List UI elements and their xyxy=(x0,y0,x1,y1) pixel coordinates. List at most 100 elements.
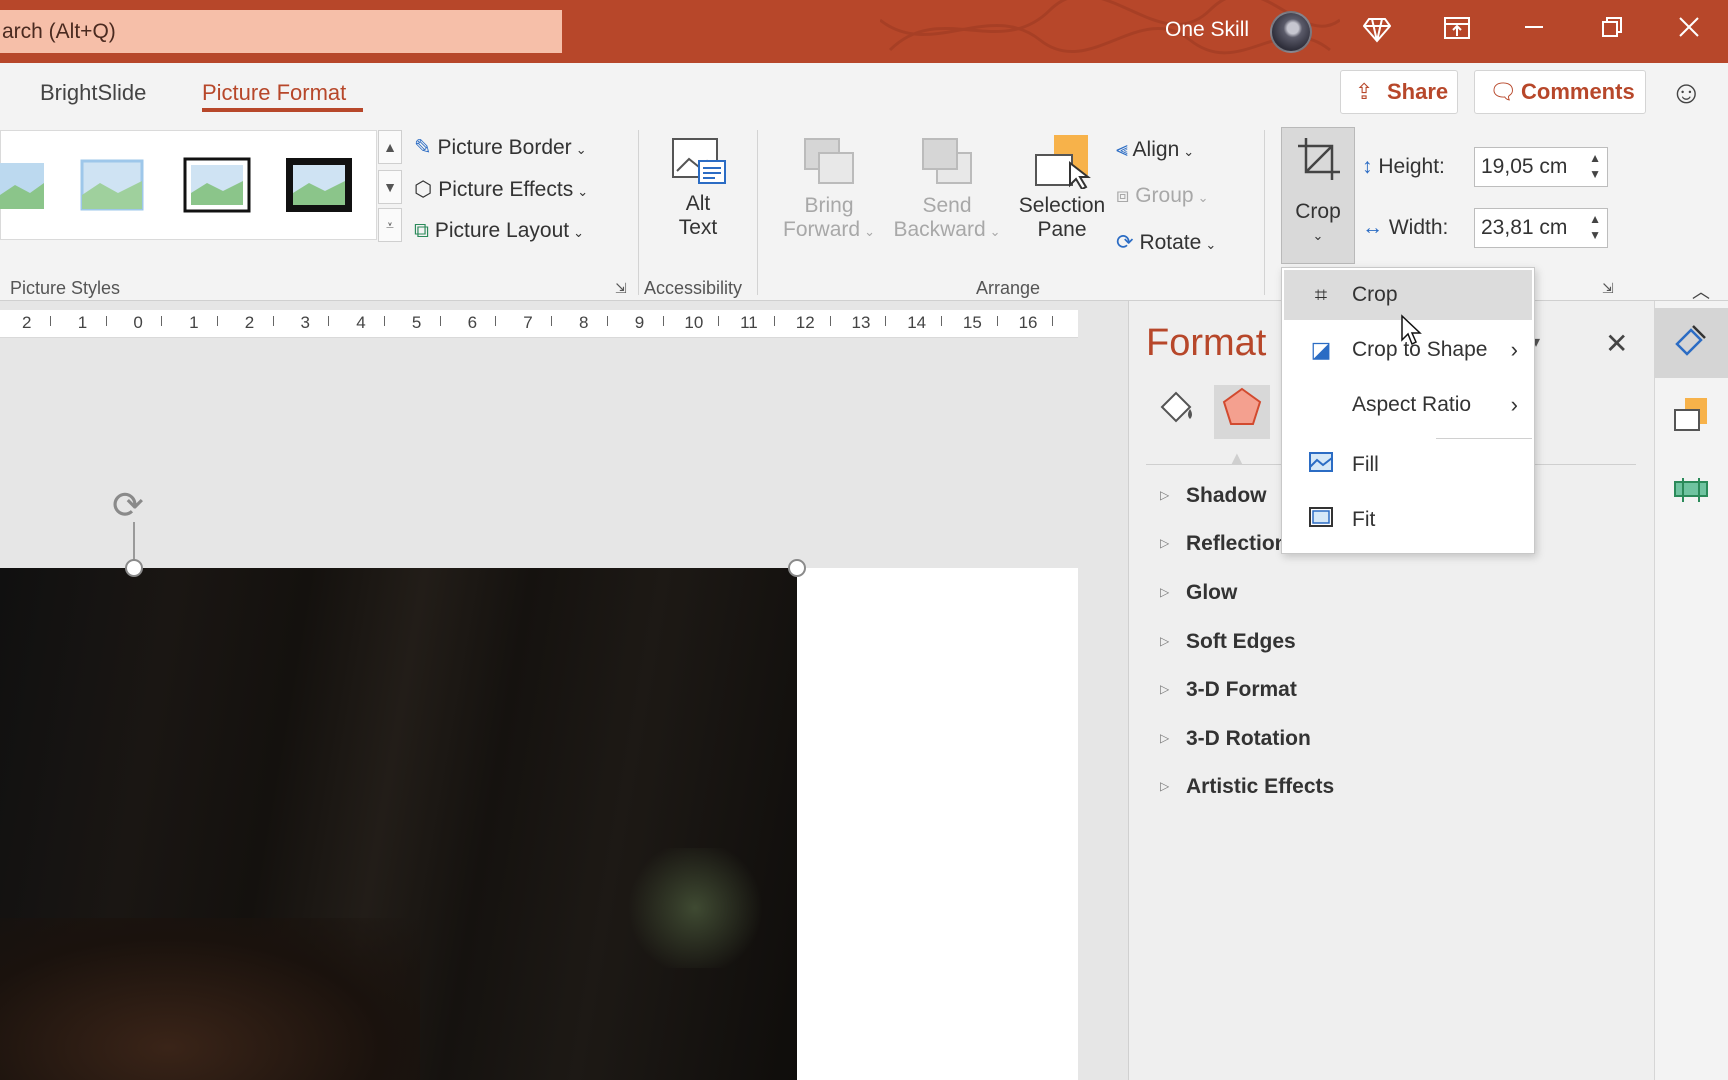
alt-text-button[interactable]: Alt Text xyxy=(660,135,736,240)
picture-border-label: Picture Border xyxy=(437,136,572,159)
resize-handle-top-right[interactable] xyxy=(788,559,806,577)
feedback-smiley-icon[interactable]: ☺ xyxy=(1670,74,1703,111)
ruler-tick-label: 4 xyxy=(356,313,366,332)
close-pane-icon[interactable]: ✕ xyxy=(1605,327,1628,360)
group-label-accessibility: Accessibility xyxy=(644,278,743,298)
avatar[interactable] xyxy=(1270,11,1312,53)
height-input[interactable]: 19,05 cm ▲ ▼ xyxy=(1474,147,1608,187)
picture-effects-icon: ⬡ xyxy=(414,178,433,201)
diamond-icon[interactable] xyxy=(1360,15,1394,49)
ruler-minor-tick xyxy=(328,316,330,326)
section-label: 3-D Rotation xyxy=(1186,727,1311,750)
section-glow[interactable]: ▷ Glow xyxy=(1160,581,1237,605)
crop-shape-icon: ◪ xyxy=(1310,337,1332,362)
send-backward-label-2: Backward xyxy=(893,218,986,241)
ruler-minor-tick xyxy=(439,316,441,326)
fill-image-icon xyxy=(1306,440,1336,490)
crop-icon xyxy=(1298,138,1340,180)
group-icon: ⧈ xyxy=(1116,184,1130,207)
gallery-scroll-down[interactable]: ▼ xyxy=(378,170,402,204)
section-label: Soft Edges xyxy=(1186,630,1296,653)
gallery-more[interactable]: ⩡ xyxy=(378,208,402,242)
picture-layout-icon: ⧉ xyxy=(414,219,429,242)
ribbon-display-icon[interactable] xyxy=(1440,15,1474,47)
menu-item-fit[interactable]: Fit xyxy=(1284,495,1532,545)
ruler-minor-tick xyxy=(996,316,998,326)
send-backward-label-1: Send xyxy=(922,194,972,217)
menu-item-aspect-ratio[interactable]: Aspect Ratio › xyxy=(1284,380,1532,430)
style-thumbnail-3[interactable] xyxy=(183,155,251,215)
selection-pane-rail-icon[interactable] xyxy=(1654,396,1728,444)
tab-picture-format[interactable]: Picture Format xyxy=(202,80,346,106)
fill-line-tab-icon[interactable] xyxy=(1148,385,1204,439)
section-soft-edges[interactable]: ▷ Soft Edges xyxy=(1160,630,1296,654)
section-shadow[interactable]: ▷ Shadow xyxy=(1160,484,1267,508)
horizontal-ruler: 2 1 0 1 2 3 4 5 6 7 8 9 10 11 12 13 14 15 16 xyxy=(0,310,1078,338)
search-box[interactable]: arch (Alt+Q) xyxy=(0,10,562,53)
ruler-minor-tick xyxy=(718,316,720,326)
selection-pane-button[interactable]: Selection Pane xyxy=(1010,133,1114,242)
effects-tab-icon[interactable] xyxy=(1214,385,1270,439)
dialog-launcher-icon[interactable]: ⇲ xyxy=(615,280,627,297)
designer-rail-icon[interactable] xyxy=(1654,470,1728,518)
submenu-arrow-icon: › xyxy=(1510,337,1518,362)
section-reflection[interactable]: ▷ Reflection xyxy=(1160,532,1288,556)
height-icon: ↕ xyxy=(1362,155,1373,178)
rotate-handle-icon[interactable]: ⟳ xyxy=(112,483,144,528)
bring-forward-label-1: Bring xyxy=(804,194,854,217)
crop-label: Crop xyxy=(1295,200,1341,223)
selected-picture[interactable] xyxy=(0,568,797,1080)
format-shape-rail-icon[interactable] xyxy=(1654,320,1728,368)
width-spinner[interactable]: ▲ ▼ xyxy=(1589,211,1601,243)
group-separator xyxy=(757,130,758,295)
group-label-arrange: Arrange xyxy=(976,278,1041,298)
crop-button[interactable]: Crop ⌄ xyxy=(1281,127,1355,264)
ruler-tick-label: 2 xyxy=(22,313,32,332)
comments-button[interactable]: 🗨 Comments xyxy=(1474,70,1646,114)
section-artistic-effects[interactable]: ▷ Artistic Effects xyxy=(1160,775,1334,799)
expand-icon: ▷ xyxy=(1160,634,1170,648)
style-thumbnail-4[interactable] xyxy=(285,155,353,215)
user-name[interactable]: One Skill xyxy=(1165,18,1249,42)
ruler-minor-tick xyxy=(49,316,51,326)
resize-handle-top-left[interactable] xyxy=(125,559,143,577)
minimize-icon[interactable] xyxy=(1517,14,1551,44)
tab-brightslide[interactable]: BrightSlide xyxy=(40,80,146,106)
picture-effects-button[interactable]: ⬡ Picture Effects ⌄ xyxy=(414,177,588,202)
ruler-tick-label: 2 xyxy=(244,313,255,332)
gallery-scroll-up[interactable]: ▲ xyxy=(378,130,402,164)
close-window-icon[interactable] xyxy=(1672,15,1706,45)
picture-content xyxy=(620,848,770,968)
menu-item-fill[interactable]: Fill xyxy=(1284,440,1532,490)
section-3d-format[interactable]: ▷ 3-D Format xyxy=(1160,678,1297,702)
group-separator xyxy=(638,130,639,295)
restore-icon[interactable] xyxy=(1595,15,1629,45)
picture-border-button[interactable]: ✎ Picture Border ⌄ xyxy=(414,135,587,160)
submenu-arrow-icon: › xyxy=(1510,392,1518,417)
ruler-minor-tick xyxy=(495,316,497,326)
expand-icon: ▷ xyxy=(1160,779,1170,793)
width-input[interactable]: 23,81 cm ▲ ▼ xyxy=(1474,208,1608,248)
section-label: Reflection xyxy=(1186,532,1288,555)
size-dialog-launcher-icon[interactable]: ⇲ xyxy=(1602,280,1614,297)
share-button[interactable]: ⇪ Share xyxy=(1340,70,1458,114)
group-button[interactable]: ⧈ Group ⌄ xyxy=(1116,184,1208,208)
align-button[interactable]: ⫷ Align ⌄ xyxy=(1116,138,1194,162)
width-label: ↔ Width: xyxy=(1362,216,1448,240)
crop-dropdown-caret-icon: ⌄ xyxy=(1312,228,1324,243)
height-spinner[interactable]: ▲ ▼ xyxy=(1589,150,1601,182)
ruler-tick-label: 1 xyxy=(189,313,199,332)
ruler-minor-tick xyxy=(606,316,608,326)
rotate-button[interactable]: ⟳ Rotate ⌄ xyxy=(1116,230,1216,255)
send-backward-button[interactable]: Send Backward ⌄ xyxy=(888,135,1006,242)
menu-item-crop[interactable]: ⌗ Crop xyxy=(1284,270,1532,320)
rotate-label: Rotate xyxy=(1139,231,1202,254)
style-thumbnail-1[interactable] xyxy=(0,155,48,215)
active-pane-tab-pointer: ▲ xyxy=(1228,448,1246,468)
section-3d-rotation[interactable]: ▷ 3-D Rotation xyxy=(1160,727,1311,751)
picture-layout-button[interactable]: ⧉ Picture Layout ⌄ xyxy=(414,219,584,243)
bring-forward-button[interactable]: Bring Forward ⌄ xyxy=(774,135,884,242)
style-thumbnail-2[interactable] xyxy=(78,155,146,215)
expand-icon: ▷ xyxy=(1160,488,1170,502)
menu-separator xyxy=(1436,438,1532,439)
